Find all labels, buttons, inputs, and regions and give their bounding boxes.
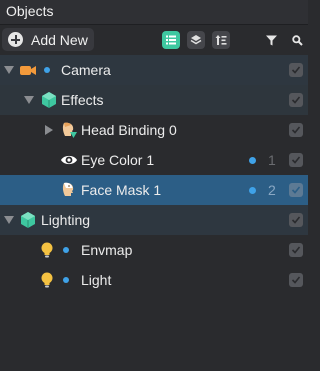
filter-button[interactable] (262, 31, 280, 49)
object-dot (63, 277, 69, 283)
bulb-icon (41, 242, 53, 258)
visibility-checkbox[interactable] (289, 273, 303, 287)
tree-item-label: Camera (61, 62, 111, 78)
visibility-checkbox[interactable] (289, 63, 303, 77)
panel-title: Objects (6, 3, 54, 19)
tree-item-label: Lighting (41, 212, 91, 228)
visibility-checkbox[interactable] (289, 93, 303, 107)
bulb-icon (41, 272, 53, 288)
tree-item-label: Light (81, 272, 112, 288)
tree-item-label: Envmap (81, 242, 133, 258)
layer-number: 1 (268, 152, 276, 168)
list-view-button[interactable] (162, 31, 180, 49)
list-view-icon (166, 35, 176, 45)
add-new-button[interactable]: Add New (2, 28, 94, 51)
expand-arrow[interactable] (45, 125, 53, 135)
layer-indicator (249, 187, 256, 194)
tree-item-lighting[interactable]: Lighting (0, 205, 308, 235)
plus-icon (8, 32, 23, 47)
object-dot (63, 247, 69, 253)
object-dot (44, 67, 50, 73)
toolbar: Add New (0, 25, 308, 55)
sort-button[interactable] (212, 31, 230, 49)
visibility-checkbox[interactable] (289, 213, 303, 227)
visibility-checkbox[interactable] (289, 183, 303, 197)
tree-item-envmap[interactable]: Envmap (0, 235, 308, 265)
camera-icon (20, 66, 36, 75)
tree-item-light[interactable]: Light (0, 265, 308, 295)
tree-item-head-binding[interactable]: Head Binding 0 (0, 115, 308, 145)
expand-arrow[interactable] (24, 96, 34, 104)
tree-item-camera[interactable]: Camera (0, 55, 308, 85)
panel-header: Objects (0, 0, 308, 25)
visibility-checkbox[interactable] (289, 243, 303, 257)
tree-item-label: Head Binding 0 (81, 122, 177, 138)
face-mask-icon (62, 182, 74, 196)
layers-view-icon (190, 35, 202, 45)
tree-item-label: Effects (61, 92, 104, 108)
expand-arrow[interactable] (4, 216, 14, 224)
layers-view-button[interactable] (187, 31, 205, 49)
effects-icon (42, 92, 56, 108)
layer-indicator (249, 157, 256, 164)
visibility-checkbox[interactable] (289, 123, 303, 137)
tree-item-face-mask[interactable]: Face Mask 1 2 (0, 175, 308, 205)
tree-item-label: Face Mask 1 (81, 182, 162, 198)
head-binding-icon (62, 122, 77, 138)
eye-icon (61, 155, 77, 165)
add-new-label: Add New (31, 31, 88, 48)
expand-arrow[interactable] (4, 66, 14, 74)
filter-icon (265, 35, 277, 45)
tree-item-effects[interactable]: Effects (0, 85, 308, 115)
search-icon (291, 34, 303, 46)
layer-number: 2 (268, 182, 276, 198)
tree-item-label: Eye Color 1 (81, 152, 155, 168)
lighting-icon (21, 212, 35, 228)
visibility-checkbox[interactable] (289, 153, 303, 167)
sort-icon (215, 35, 227, 45)
tree-item-eye-color[interactable]: Eye Color 1 1 (0, 145, 308, 175)
search-button[interactable] (288, 31, 306, 49)
